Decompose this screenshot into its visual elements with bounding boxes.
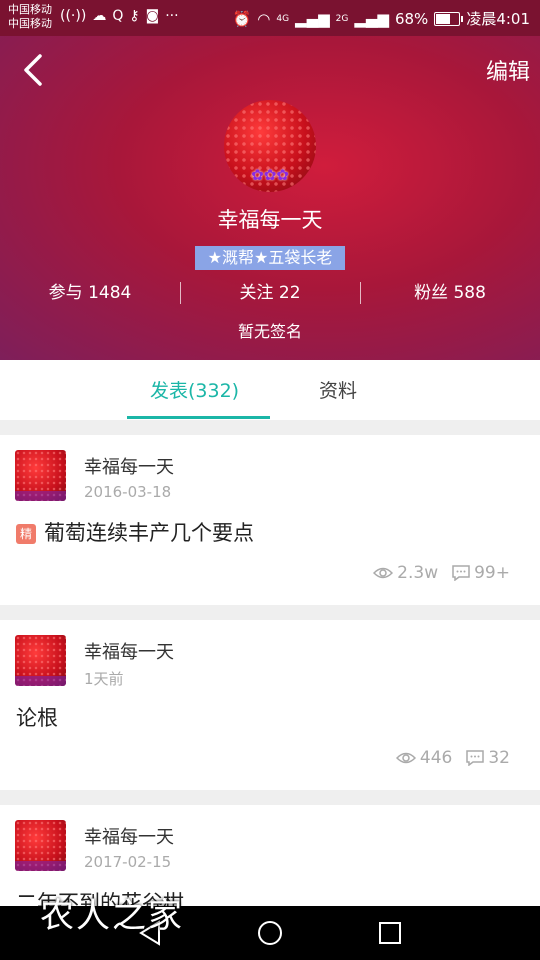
battery-percent: 68%: [394, 9, 429, 28]
stat-label: 参与: [48, 283, 83, 303]
stats-row: 参与 1484 关注 22 粉丝 588: [0, 280, 540, 306]
alarm-icon: ⏰: [232, 9, 252, 28]
clock: 凌晨4:01: [466, 10, 530, 28]
post-date: 1天前: [84, 670, 124, 688]
comment-icon: [452, 565, 470, 581]
tab-posts[interactable]: 发表(332): [150, 376, 239, 403]
edit-button[interactable]: 编辑: [486, 54, 530, 86]
stat-following[interactable]: 关注 22: [180, 280, 360, 306]
more-icon: ···: [165, 8, 179, 24]
stat-value: 22: [278, 283, 301, 303]
nav-recents-icon[interactable]: [375, 918, 405, 948]
system-status: ⏰ ◠ 4G ▂▄▆ 2G ▂▄▆ 68% 凌晨4:01: [233, 8, 530, 29]
hotspot-icon: ((·)): [60, 8, 87, 24]
stat-label: 关注: [239, 283, 274, 303]
tab-bar: 发表(332) 资料: [0, 360, 540, 420]
profile-header: 编辑 ✿✿✿ 幸福每一天 ★溉帮★五袋长老 参与 1484 关注 22 粉丝 5…: [0, 36, 540, 360]
stat-label: 粉丝: [414, 283, 449, 303]
eye-icon: [373, 567, 394, 579]
signature: 暂无签名: [237, 322, 302, 341]
notification-icons: ((·)) ☁ Q ⚷ ◙ ···: [60, 8, 179, 24]
carrier-1: 中国移动: [8, 3, 52, 16]
signal-icon-1: ▂▄▆: [295, 9, 330, 28]
status-bar: 中国移动 中国移动 ((·)) ☁ Q ⚷ ◙ ··· ⏰ ◠ 4G ▂▄▆ 2…: [0, 0, 540, 36]
eye-icon: [395, 752, 416, 764]
cloud-icon: ☁: [92, 8, 107, 24]
active-tab-indicator: [127, 416, 270, 419]
avatar[interactable]: [15, 820, 66, 871]
comment-icon: [466, 750, 485, 766]
comments-value: 32: [488, 748, 510, 768]
rank-badge: ★溉帮★五袋长老: [195, 246, 345, 270]
post-date: 2017-02-15: [84, 853, 172, 871]
comments-value: 99+: [474, 563, 510, 583]
views-value: 446: [419, 748, 453, 768]
post-meta: 446 32: [395, 748, 510, 768]
views-value: 2.3w: [397, 563, 439, 583]
battery-icon: [434, 11, 464, 26]
app-icon: ◙: [145, 8, 160, 24]
post-title[interactable]: 论根: [16, 702, 58, 732]
comments-count: 32: [466, 748, 510, 768]
stat-participate[interactable]: 参与 1484: [0, 280, 180, 306]
comments-count: 99+: [452, 563, 510, 583]
carrier-2: 中国移动: [8, 17, 52, 30]
stat-followers[interactable]: 粉丝 588: [360, 280, 540, 306]
username: 幸福每一天: [217, 208, 323, 232]
key-icon: ⚷: [129, 8, 140, 24]
post-username: 幸福每一天: [84, 827, 174, 848]
list-item[interactable]: 幸福每一天 2016-03-18 精葡萄连续丰产几个要点 2.3w 99+: [0, 435, 540, 605]
avatar[interactable]: [15, 635, 66, 686]
search-app-icon: Q: [112, 8, 124, 24]
post-title[interactable]: 精葡萄连续丰产几个要点: [16, 517, 254, 547]
watermark-logo: 农人之家: [40, 896, 184, 936]
featured-badge: 精: [16, 524, 36, 544]
back-arrow-icon[interactable]: [20, 52, 50, 88]
post-username: 幸福每一天: [84, 642, 174, 663]
list-item[interactable]: 幸福每一天 1天前 论根 446 32: [0, 620, 540, 790]
avatar[interactable]: ✿✿✿: [224, 100, 316, 192]
post-username: 幸福每一天: [84, 457, 174, 478]
views-count: 446: [395, 748, 453, 768]
stat-value: 1484: [88, 283, 132, 303]
signal-icon-2: ▂▄▆: [354, 9, 389, 28]
post-date: 2016-03-18: [84, 483, 172, 501]
network-type-1: 4G: [276, 13, 290, 24]
stat-value: 588: [453, 283, 486, 303]
wifi-icon: ◠: [257, 9, 271, 28]
post-meta: 2.3w 99+: [373, 563, 510, 583]
tab-profile-info[interactable]: 资料: [319, 376, 357, 403]
avatar[interactable]: [15, 450, 66, 501]
carrier-info: 中国移动 中国移动: [8, 3, 52, 31]
nav-home-icon[interactable]: [255, 918, 285, 948]
network-type-2: 2G: [335, 13, 349, 24]
views-count: 2.3w: [373, 563, 438, 583]
post-title-text: 葡萄连续丰产几个要点: [44, 521, 254, 545]
